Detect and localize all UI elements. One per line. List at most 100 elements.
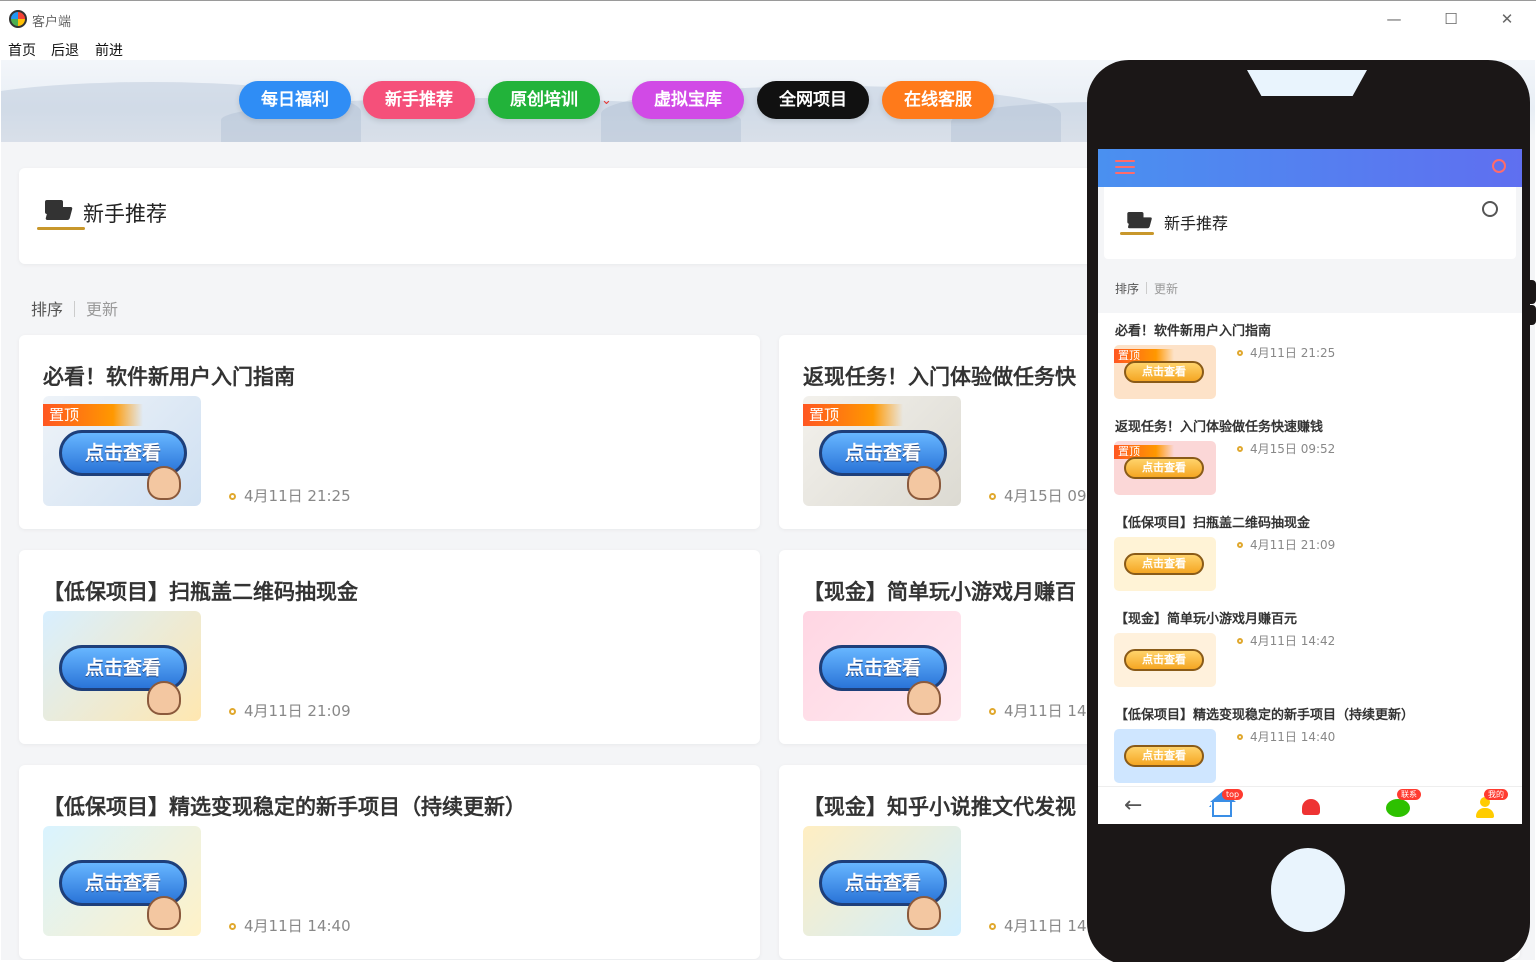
nav-daily-welfare[interactable]: 每日福利	[239, 81, 351, 119]
post-thumbnail[interactable]: 点击查看	[803, 611, 961, 721]
phone-sort-bar: 排序 更新	[1115, 280, 1178, 297]
phone-top-bar	[1098, 149, 1522, 187]
list-item-title[interactable]: 返现任务！入门体验做任务快速赚钱	[1115, 416, 1323, 435]
bell-icon	[1302, 799, 1320, 815]
list-item-thumbnail[interactable]: 点击查看	[1114, 729, 1216, 783]
list-item-thumbnail[interactable]: 点击查看	[1114, 537, 1216, 591]
dot-icon	[989, 708, 996, 715]
chevron-down-icon[interactable]: ⌄	[601, 93, 612, 108]
menu-bar: 首页 后退 前进	[0, 36, 1536, 60]
post-time-text: 4月15日 09:	[1004, 487, 1092, 505]
list-item-title[interactable]: 【现金】简单玩小游戏月赚百元	[1115, 608, 1297, 627]
profile-badge: 我的	[1484, 789, 1508, 800]
phone-home-button[interactable]	[1271, 848, 1345, 932]
post-card[interactable]: 必看！软件新用户入门指南 置顶 点击查看 4月11日 21:25	[19, 335, 760, 529]
list-item[interactable]: 【现金】简单玩小游戏月赚百元点击查看 4月11日 14:42	[1098, 601, 1522, 697]
list-item-time-text: 4月11日 14:40	[1250, 730, 1336, 744]
phone-bottom-nav: ← top 联系 我的	[1098, 786, 1522, 824]
nav-online-service[interactable]: 在线客服	[882, 81, 994, 119]
menu-icon[interactable]	[1115, 160, 1135, 174]
menu-home[interactable]: 首页	[8, 40, 36, 60]
folder-open-icon	[45, 200, 73, 222]
nav-newbie-recommend[interactable]: 新手推荐	[363, 81, 475, 119]
post-card[interactable]: 【低保项目】扫瓶盖二维码抽现金点击查看 4月11日 21:09	[19, 550, 760, 744]
dot-icon	[1237, 734, 1243, 740]
sort-option-update[interactable]: 更新	[1154, 282, 1178, 296]
nav-all-projects[interactable]: 全网项目	[757, 81, 869, 119]
post-thumbnail[interactable]: 点击查看	[43, 611, 201, 721]
post-thumbnail[interactable]: 点击查看	[803, 826, 961, 936]
profile-tab[interactable]: 我的	[1470, 789, 1508, 819]
list-item-title[interactable]: 【低保项目】扫瓶盖二维码抽现金	[1115, 512, 1310, 531]
phone-category-header: 新手推荐	[1104, 187, 1516, 259]
post-title[interactable]: 【低保项目】精选变现稳定的新手项目（持续更新）	[43, 791, 526, 821]
user-icon	[1476, 797, 1494, 819]
list-item[interactable]: 返现任务！入门体验做任务快速赚钱 置顶 点击查看 4月15日 09:52	[1098, 409, 1522, 505]
list-item-thumbnail[interactable]: 点击查看	[1114, 633, 1216, 687]
post-title[interactable]: 必看！软件新用户入门指南	[43, 361, 295, 391]
phone-screen: 新手推荐 排序 更新 必看！软件新用户入门指南 置顶 点击查看 4月11日 21:25 返…	[1098, 149, 1522, 824]
post-time: 4月11日 14:40	[229, 915, 351, 936]
post-card[interactable]: 【低保项目】精选变现稳定的新手项目（持续更新） 点击查看 4月11日 14:40	[19, 765, 760, 959]
minimize-button[interactable]: —	[1384, 9, 1404, 29]
post-title[interactable]: 【低保项目】扫瓶盖二维码抽现金	[43, 576, 358, 606]
post-title[interactable]: 【现金】知乎小说推文代发视	[803, 791, 1076, 821]
nav-virtual-treasury[interactable]: 虚拟宝库	[632, 81, 744, 119]
dot-icon	[229, 493, 236, 500]
post-thumbnail[interactable]: 置顶 点击查看	[43, 396, 201, 506]
dot-icon	[229, 923, 236, 930]
phone-side-button	[1528, 305, 1536, 325]
view-button-graphic: 点击查看	[1124, 553, 1204, 575]
title-bar: 客户端 — ☐ ✕	[0, 0, 1536, 36]
post-title[interactable]: 【现金】简单玩小游戏月赚百	[803, 576, 1076, 606]
search-icon[interactable]	[1492, 159, 1506, 173]
wechat-icon	[1386, 799, 1410, 817]
dot-icon	[989, 493, 996, 500]
post-title[interactable]: 返现任务！入门体验做任务快	[803, 361, 1076, 391]
folder-open-icon	[1127, 212, 1153, 230]
pointing-hand-icon	[147, 896, 181, 930]
post-time-text: 4月11日 14:40	[244, 917, 351, 935]
menu-back[interactable]: 后退	[51, 40, 79, 60]
list-item-thumbnail[interactable]: 置顶 点击查看	[1114, 345, 1216, 399]
view-button-graphic: 点击查看	[1124, 361, 1204, 383]
view-button-graphic: 点击查看	[1124, 457, 1204, 479]
notification-tab[interactable]	[1296, 793, 1326, 819]
view-button-graphic: 点击查看	[1124, 649, 1204, 671]
list-item[interactable]: 必看！软件新用户入门指南 置顶 点击查看 4月11日 21:25	[1098, 313, 1522, 409]
list-item[interactable]: 【低保项目】精选变现稳定的新手项目（持续更新） 点击查看 4月11日 14:40	[1098, 697, 1522, 793]
dot-icon	[1237, 638, 1243, 644]
post-time-text: 4月11日 21:09	[244, 702, 351, 720]
home-tab[interactable]: top	[1208, 789, 1244, 819]
phone-post-list: 必看！软件新用户入门指南 置顶 点击查看 4月11日 21:25 返现任务！入门体验做任…	[1098, 313, 1522, 786]
post-thumbnail[interactable]: 置顶 点击查看	[803, 396, 961, 506]
pointing-hand-icon	[907, 681, 941, 715]
sort-option-order[interactable]: 排序	[31, 300, 63, 319]
list-item-time-text: 4月11日 14:42	[1250, 634, 1336, 648]
phone-preview: 新手推荐 排序 更新 必看！软件新用户入门指南 置顶 点击查看 4月11日 21:25 返…	[1087, 60, 1530, 962]
list-item-thumbnail[interactable]: 置顶 点击查看	[1114, 441, 1216, 495]
list-item[interactable]: 【低保项目】扫瓶盖二维码抽现金 点击查看 4月11日 21:09	[1098, 505, 1522, 601]
pointing-hand-icon	[907, 896, 941, 930]
post-thumbnail[interactable]: 点击查看	[43, 826, 201, 936]
dot-icon	[989, 923, 996, 930]
dot-icon	[1237, 446, 1243, 452]
list-item-time: 4月11日 14:42	[1237, 632, 1335, 649]
dot-icon	[229, 708, 236, 715]
list-item-title[interactable]: 【低保项目】精选变现稳定的新手项目（持续更新）	[1115, 704, 1414, 723]
view-button-graphic: 点击查看	[1124, 745, 1204, 767]
category-header: 新手推荐	[19, 168, 1109, 264]
nav-original-training[interactable]: 原创培训	[488, 81, 600, 119]
search-icon[interactable]	[1482, 201, 1498, 217]
back-arrow-icon[interactable]: ←	[1124, 793, 1154, 819]
close-button[interactable]: ✕	[1497, 9, 1517, 29]
menu-forward[interactable]: 前进	[95, 40, 123, 60]
title-underline	[1120, 232, 1154, 235]
page-title: 新手推荐	[83, 202, 167, 226]
maximize-button[interactable]: ☐	[1441, 9, 1461, 29]
list-item-title[interactable]: 必看！软件新用户入门指南	[1115, 320, 1271, 339]
contact-badge: 联系	[1397, 789, 1421, 800]
sort-option-update[interactable]: 更新	[86, 300, 118, 319]
sort-option-order[interactable]: 排序	[1115, 282, 1139, 296]
contact-tab[interactable]: 联系	[1383, 789, 1421, 819]
